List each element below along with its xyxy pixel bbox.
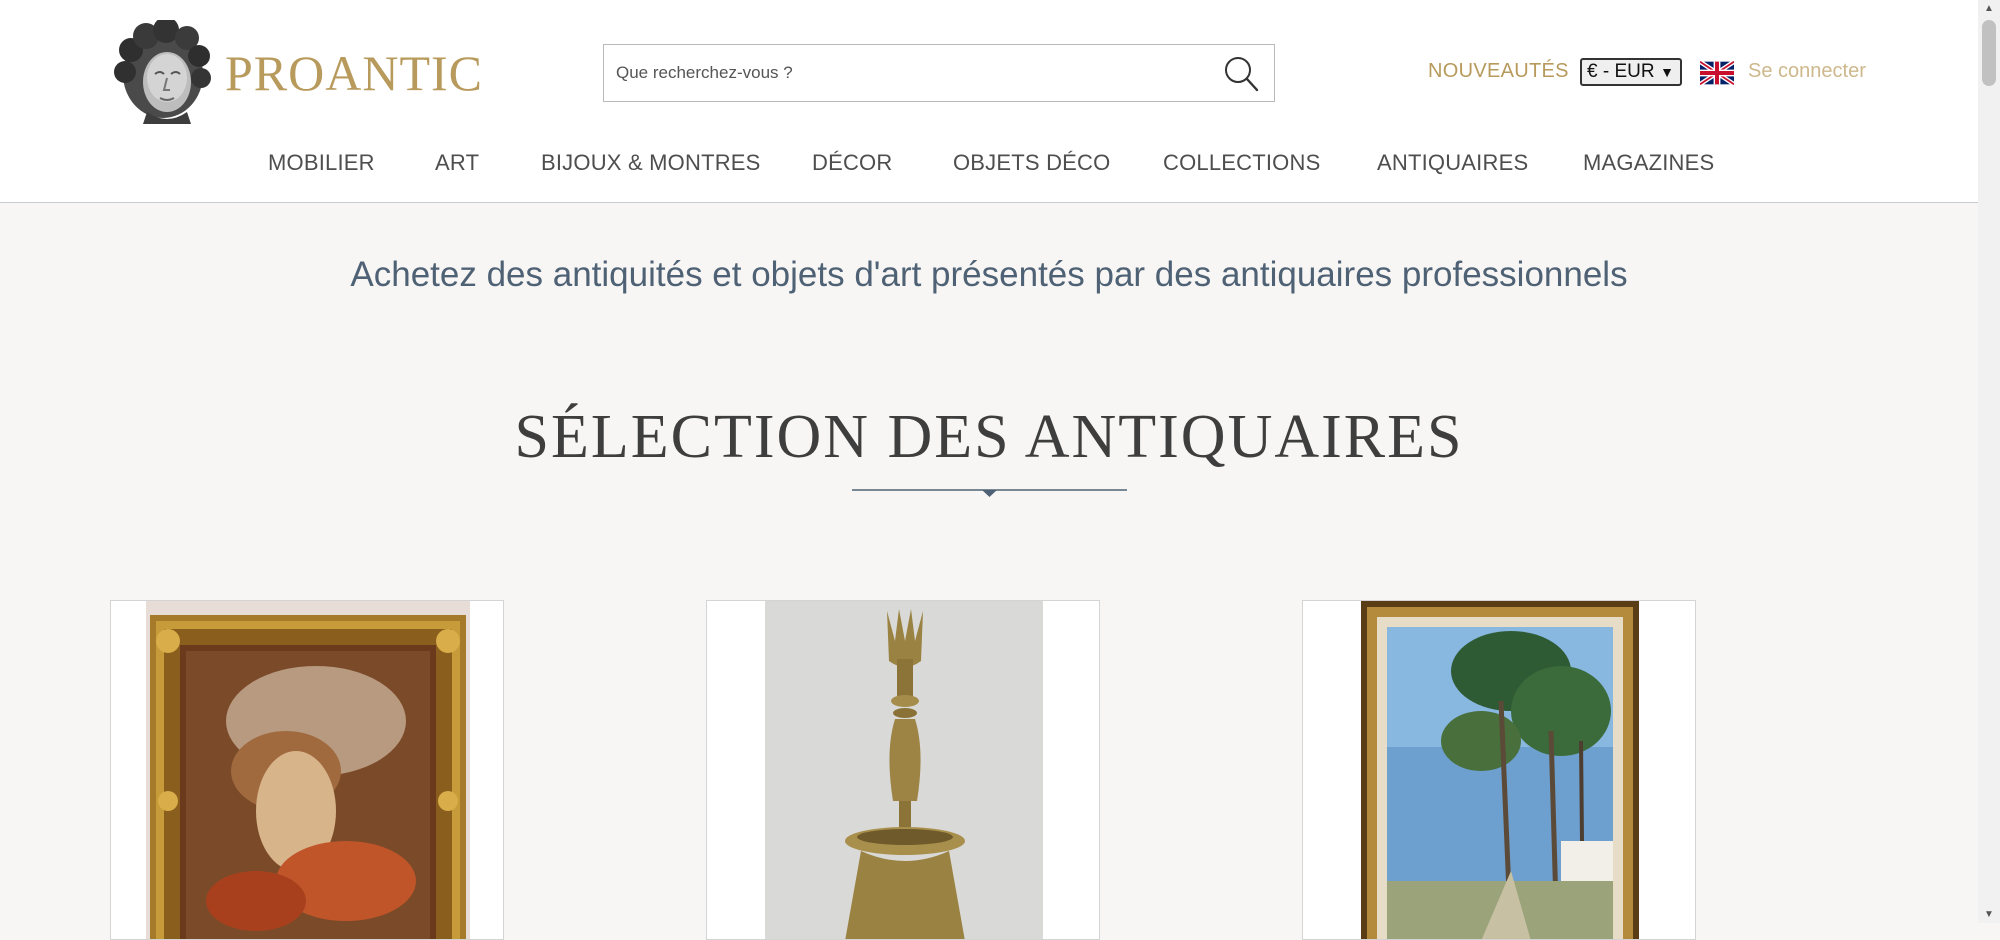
nav-item-art[interactable]: ART [435,150,479,176]
site-logo[interactable]: PROANTIC [111,20,482,124]
nav-item-objets-deco[interactable]: OBJETS DÉCO [953,150,1110,176]
product-card[interactable] [706,600,1100,940]
page-tagline: Achetez des antiquités et objets d'art p… [350,255,1628,294]
page-scrollbar[interactable]: ▲ ▼ [1978,0,2000,923]
nav-item-magazines[interactable]: MAGAZINES [1583,150,1714,176]
product-card[interactable] [110,600,504,940]
site-header: PROANTIC NOUVEAUTÉS € - EUR ▼ Se connect… [0,0,1978,203]
product-card[interactable] [1302,600,1696,940]
nav-item-antiquaires[interactable]: ANTIQUAIRES [1377,150,1528,176]
logo-head-icon [114,20,211,124]
product-image [146,601,470,939]
search-input[interactable] [604,45,1204,101]
currency-value: € - EUR [1587,61,1655,82]
scroll-thumb[interactable] [1982,20,1996,86]
main-nav: MOBILIER ART BIJOUX & MONTRES DÉCOR OBJE… [0,150,1978,180]
nav-item-decor[interactable]: DÉCOR [812,150,892,176]
login-link[interactable]: Se connecter [1748,60,1866,83]
scroll-down-icon[interactable]: ▼ [1984,909,1994,920]
nav-item-collections[interactable]: COLLECTIONS [1163,150,1320,176]
product-image [1361,601,1639,939]
nav-item-mobilier[interactable]: MOBILIER [268,150,375,176]
uk-flag-icon[interactable] [1700,61,1734,85]
product-image [765,601,1043,939]
nav-item-bijoux-montres[interactable]: BIJOUX & MONTRES [541,150,761,176]
brand-name: PROANTIC [225,45,484,101]
search-icon[interactable] [1222,55,1260,93]
chevron-down-icon: ▼ [1660,64,1674,80]
new-items-link[interactable]: NOUVEAUTÉS [1428,60,1569,83]
search-bar [603,44,1275,102]
title-divider [852,489,1127,497]
section-title: SÉLECTION DES ANTIQUAIRES [514,403,1464,471]
scroll-up-icon[interactable]: ▲ [1984,3,1994,14]
currency-select[interactable]: € - EUR ▼ [1580,58,1682,86]
